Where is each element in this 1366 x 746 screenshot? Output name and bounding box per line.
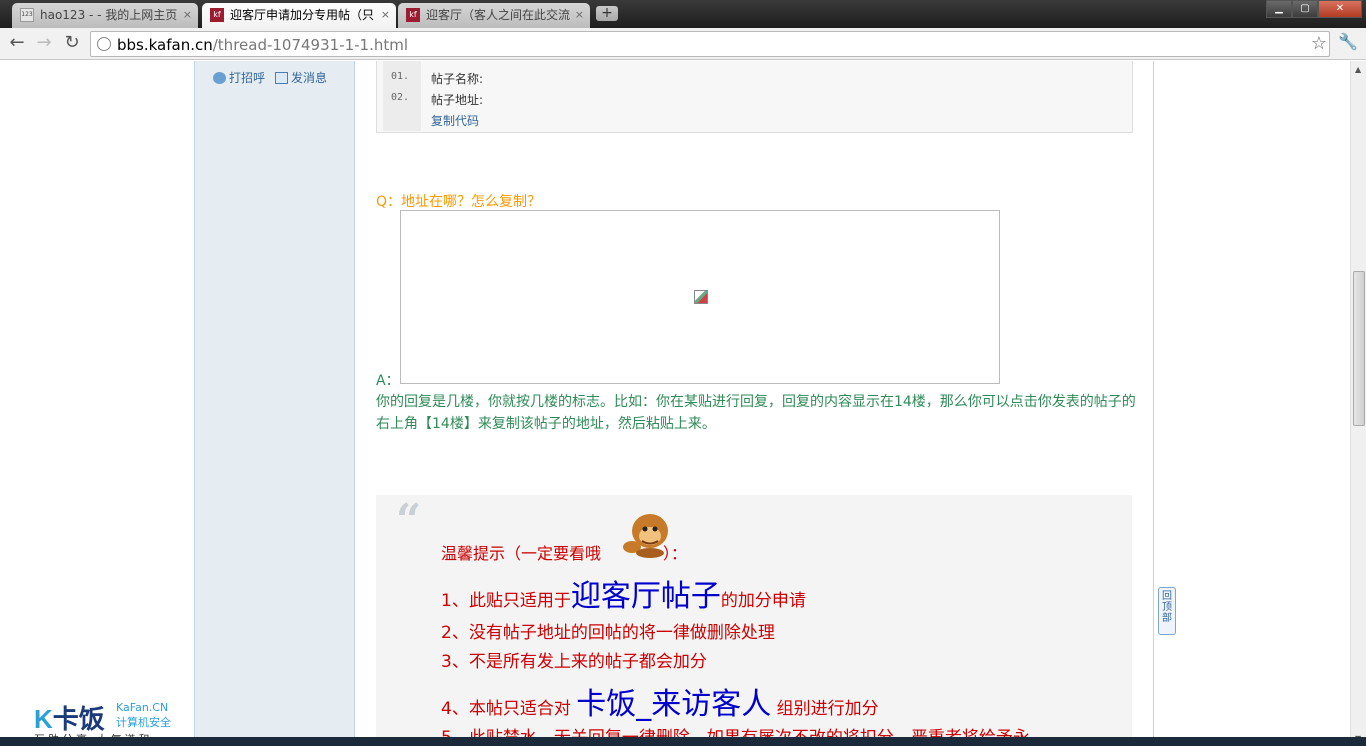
hao123-favicon-icon: 123 bbox=[20, 8, 34, 22]
tab-title: 迎客厅（客人之间在此交流 bbox=[426, 8, 571, 22]
scrollbar-thumb[interactable] bbox=[1353, 271, 1365, 426]
tip-heading: 温馨提示（一定要看哦）： bbox=[441, 544, 688, 563]
close-window-icon[interactable]: ✕ bbox=[1318, 0, 1362, 18]
forward-icon[interactable]: → bbox=[32, 32, 56, 53]
vertical-scrollbar[interactable]: ▲ ▼ bbox=[1350, 61, 1366, 746]
rule-item-1: 1、此贴只适用于迎客厅帖子的加分申请 bbox=[441, 579, 806, 614]
page-content: 打招呼 发消息 01. 02. 帖子名称: 帖子地址: 复制代码 Q：地址在哪？… bbox=[0, 61, 1350, 746]
answer-text: 你的回复是几楼，你就按几楼的标志。比如：你在某贴进行回复，回复的内容显示在14楼… bbox=[376, 394, 1136, 432]
tab-close-icon[interactable]: × bbox=[183, 3, 192, 27]
logo-en: KaFan.CN bbox=[116, 701, 169, 714]
copy-code-link[interactable]: 复制代码 bbox=[431, 112, 479, 129]
browser-toolbar: ← → ↻ bbs.kafan.cn/thread-1074931-1-1.ht… bbox=[0, 28, 1366, 60]
quote-mark-icon: “ bbox=[396, 495, 422, 546]
question-text: Q：地址在哪？怎么复制？ bbox=[376, 194, 542, 210]
logo-cn: 计算机安全 bbox=[116, 716, 171, 729]
minimize-icon[interactable]: ▁ bbox=[1266, 0, 1292, 18]
tab-yingketing-apply[interactable]: kf 迎客厅申请加分专用帖（只 × bbox=[202, 3, 396, 29]
author-sidebar: 打招呼 发消息 bbox=[194, 61, 355, 746]
code-line: 帖子地址: bbox=[431, 93, 484, 107]
broken-image-icon bbox=[694, 290, 708, 304]
kafan-favicon-icon: kf bbox=[210, 8, 224, 22]
image-placeholder bbox=[400, 210, 1000, 384]
tab-title: hao123 - - 我的上网主页 bbox=[40, 8, 178, 22]
wrench-menu-icon[interactable]: 🔧 bbox=[1338, 32, 1358, 51]
send-message-link[interactable]: 发消息 bbox=[275, 69, 327, 86]
greet-icon bbox=[213, 72, 226, 84]
rule-item-2: 2、没有帖子地址的回帖的将一律做删除处理 bbox=[441, 623, 775, 643]
tab-yingketing[interactable]: kf 迎客厅（客人之间在此交流 × bbox=[398, 3, 590, 28]
tab-close-icon[interactable]: × bbox=[575, 3, 584, 27]
os-taskbar bbox=[0, 737, 1366, 746]
bookmark-star-icon[interactable]: ☆ bbox=[1311, 33, 1327, 54]
window-controls: ▁ ▢ ✕ bbox=[1266, 0, 1362, 18]
code-block: 01. 02. 帖子名称: 帖子地址: 复制代码 bbox=[376, 61, 1133, 133]
page-info-icon[interactable] bbox=[97, 37, 111, 51]
answer-label: A： bbox=[376, 373, 400, 389]
scroll-up-icon[interactable]: ▲ bbox=[1355, 65, 1361, 74]
rule-item-4: 4、本帖只适合对 卡饭_来访客人 组别进行加分 bbox=[441, 687, 879, 722]
new-tab-button[interactable]: + bbox=[596, 6, 618, 21]
rule-item-3: 3、不是所有发上来的帖子都会加分 bbox=[441, 652, 707, 672]
back-to-top-button[interactable]: 回顶部 bbox=[1158, 587, 1176, 635]
back-icon[interactable]: ← bbox=[5, 32, 29, 53]
profile-links: 打招呼 发消息 bbox=[213, 69, 327, 86]
address-url: bbs.kafan.cn/thread-1074931-1-1.html bbox=[117, 36, 409, 54]
tab-title: 迎客厅申请加分专用帖（只 bbox=[230, 8, 375, 22]
line-numbers: 01. 02. bbox=[383, 61, 421, 131]
tab-close-icon[interactable]: × bbox=[381, 3, 390, 27]
maximize-icon[interactable]: ▢ bbox=[1292, 0, 1318, 18]
greet-link[interactable]: 打招呼 bbox=[213, 69, 265, 86]
code-line: 帖子名称: bbox=[431, 72, 484, 86]
code-lines: 帖子名称: 帖子地址: bbox=[431, 70, 483, 112]
post-right-border bbox=[1153, 61, 1154, 746]
address-bar[interactable]: bbs.kafan.cn/thread-1074931-1-1.html ☆ bbox=[90, 31, 1330, 57]
quote-block: “ 温馨提示（一定要看哦）： 1、此贴只适用于迎客厅帖子的加分申请 2、没有帖子… bbox=[376, 495, 1132, 746]
browser-titlebar: 123 hao123 - - 我的上网主页 × kf 迎客厅申请加分专用帖（只 … bbox=[0, 0, 1366, 29]
kafan-favicon-icon: kf bbox=[406, 8, 420, 22]
envelope-icon bbox=[275, 72, 289, 84]
reload-icon[interactable]: ↻ bbox=[60, 32, 84, 53]
tab-hao123[interactable]: 123 hao123 - - 我的上网主页 × bbox=[12, 3, 198, 28]
